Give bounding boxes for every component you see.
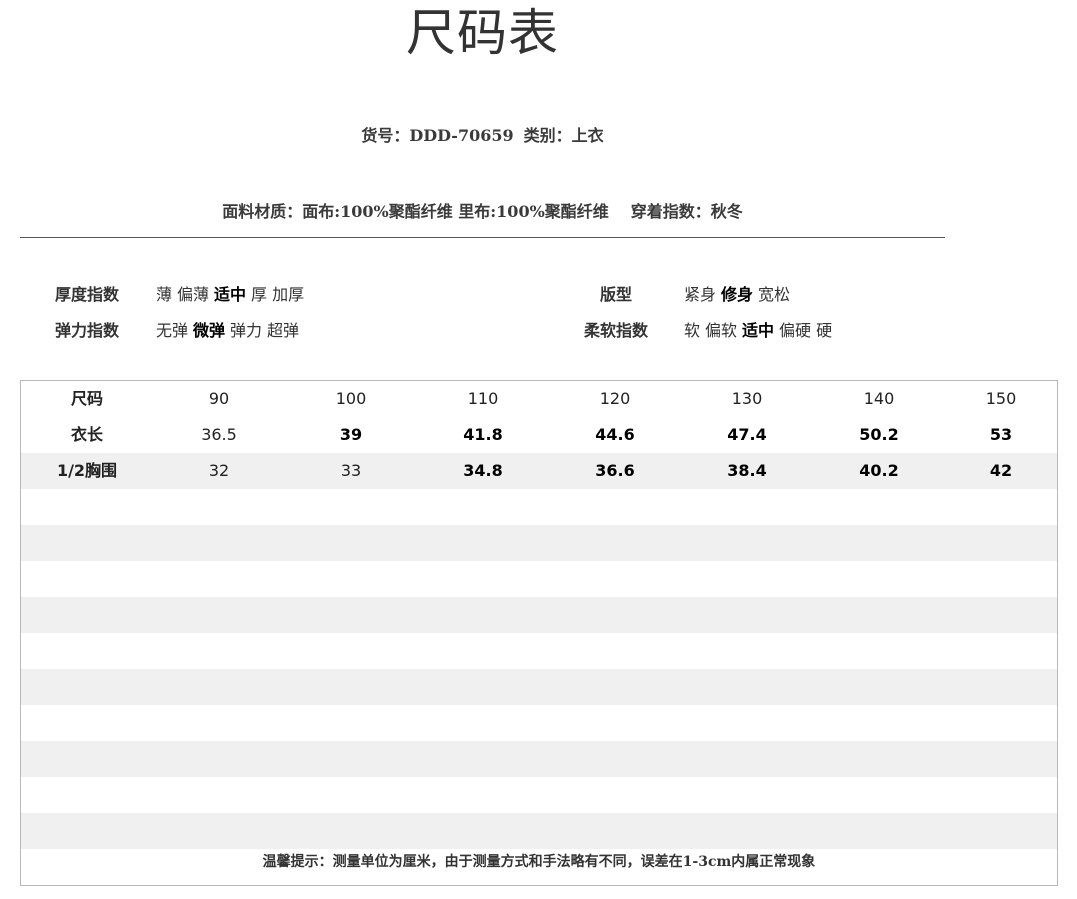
thickness-label: 厚度指数 (54, 285, 119, 304)
table-cell: 47.4 (727, 425, 767, 444)
property-option: 微弹 (193, 321, 226, 340)
table-cell: 33 (340, 461, 362, 480)
thickness-options: 薄偏薄 适中厚加厚 (156, 281, 309, 305)
fit-options: 紧身 修身 宽松 (684, 281, 795, 305)
table-cell: 38.4 (727, 461, 767, 480)
product-info-line: 货号：DDD-70659 类别：上衣 (0, 122, 965, 146)
empty-row (21, 705, 1057, 741)
table-cell: 90 (208, 389, 230, 408)
table-cell: 36.5 (201, 425, 237, 444)
property-option: 硬 (816, 321, 833, 340)
property-option: 偏薄 (177, 285, 210, 304)
size-table: 尺码 90 100 110 120 130 140 150 衣长 36.5 39… (20, 380, 1058, 886)
fabric-info-line: 面料材质：面布:100%聚酯纤维 里布:100%聚酯纤维 穿着指数：秋冬 (0, 198, 965, 222)
measurement-note: 温馨提示：测量单位为厘米，由于测量方式和手法略有不同，误差在1-3cm内属正常现… (262, 854, 816, 870)
property-option: 紧身 (684, 285, 717, 304)
softness-options: 软偏软 适中 偏硬硬 (684, 317, 837, 341)
fabric-material: 面料材质：面布:100%聚酯纤维 里布:100%聚酯纤维 (222, 202, 609, 221)
empty-row (21, 741, 1057, 777)
fit-label: 版型 (599, 285, 632, 304)
table-cell: 110 (467, 389, 499, 408)
table-cell: 36.6 (595, 461, 635, 480)
table-row-length: 衣长 36.5 39 41.8 44.6 47.4 50.2 53 (21, 417, 1057, 453)
property-option: 偏硬 (779, 321, 812, 340)
table-cell: 150 (985, 389, 1017, 408)
table-row-chest: 1/2胸围 32 33 34.8 36.6 38.4 40.2 42 (21, 453, 1057, 489)
table-cell: 44.6 (595, 425, 635, 444)
property-option: 修身 (721, 285, 754, 304)
property-option: 偏软 (705, 321, 738, 340)
property-option: 超弹 (267, 321, 300, 340)
table-cell: 50.2 (859, 425, 899, 444)
property-option: 厚 (251, 285, 268, 304)
property-option: 无弹 (156, 321, 189, 340)
elasticity-label: 弹力指数 (54, 321, 119, 340)
divider (20, 237, 945, 238)
product-category: 类别：上衣 (523, 126, 604, 145)
property-option: 适中 (742, 321, 775, 340)
property-option: 加厚 (272, 285, 305, 304)
table-cell: 120 (599, 389, 631, 408)
empty-row (21, 525, 1057, 561)
table-row-size: 尺码 90 100 110 120 130 140 150 (21, 381, 1057, 417)
property-option: 软 (684, 321, 701, 340)
table-cell: 34.8 (463, 461, 503, 480)
empty-row (21, 489, 1057, 525)
row-label: 1/2胸围 (56, 461, 118, 480)
softness-label: 柔软指数 (583, 321, 648, 340)
table-cell: 42 (989, 461, 1013, 480)
table-cell: 41.8 (463, 425, 503, 444)
empty-row (21, 777, 1057, 813)
table-cell: 32 (208, 461, 230, 480)
empty-row (21, 561, 1057, 597)
row-label: 衣长 (70, 425, 103, 444)
elasticity-options: 无弹 微弹 弹力 超弹 (156, 317, 304, 341)
table-cell: 39 (339, 425, 363, 444)
page-title: 尺码表 (406, 4, 559, 62)
property-option: 适中 (214, 285, 247, 304)
product-code: 货号：DDD-70659 (361, 126, 514, 145)
wear-season: 穿着指数：秋冬 (630, 202, 743, 221)
table-cell: 53 (989, 425, 1013, 444)
empty-row (21, 813, 1057, 849)
property-option: 宽松 (758, 285, 791, 304)
empty-row (21, 633, 1057, 669)
property-option: 薄 (156, 285, 173, 304)
table-cell: 140 (863, 389, 895, 408)
empty-row (21, 669, 1057, 705)
table-cell: 130 (731, 389, 763, 408)
empty-row (21, 597, 1057, 633)
table-cell: 100 (335, 389, 367, 408)
property-option: 弹力 (230, 321, 263, 340)
row-label: 尺码 (70, 389, 103, 408)
table-cell: 40.2 (859, 461, 899, 480)
